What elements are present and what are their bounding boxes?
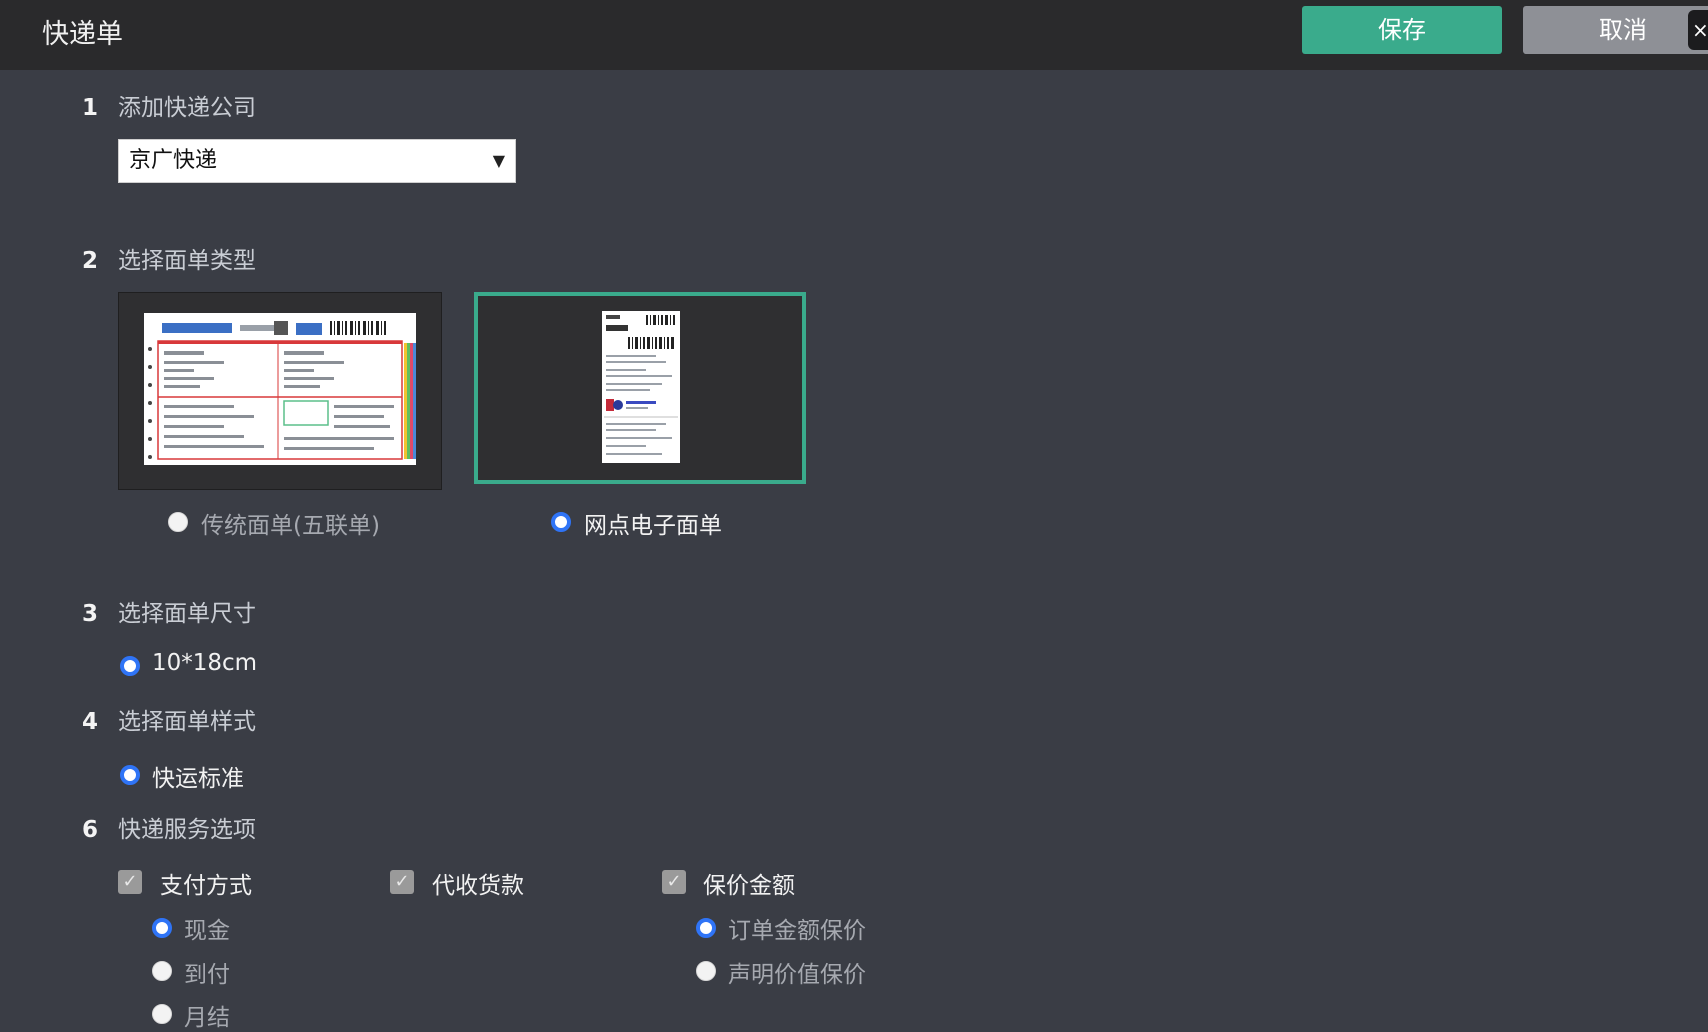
thumbnail-traditional-sheet[interactable] [118,292,442,490]
waybill-illustration [148,321,416,460]
radio-network-e-sheet[interactable] [551,512,571,532]
section-title: 选择面单尺寸 [118,601,256,627]
cod-label: 代收货款 [432,873,524,899]
section-title: 快递服务选项 [118,817,256,843]
radio-insure-declared-value[interactable] [696,961,716,981]
size-label: 10*18cm [152,650,258,676]
insured-amount-label: 保价金额 [703,873,795,899]
checkbox-cod[interactable]: ✓ [390,870,414,894]
checkbox-payment-method[interactable]: ✓ [118,870,142,894]
network-sheet-label: 网点电子面单 [584,513,722,539]
section-number: 6 [82,817,99,843]
radio-traditional-sheet[interactable] [168,512,188,532]
section-title: 选择面单类型 [118,248,256,274]
save-button[interactable]: 保存 [1302,6,1502,54]
radio-payment-cash[interactable] [152,918,172,938]
radio-payment-cod-freight[interactable] [152,961,172,981]
section-title: 选择面单样式 [118,709,256,735]
radio-payment-monthly[interactable] [152,1004,172,1024]
section-sheet-type: 2 选择面单类型 [82,241,256,275]
section-sheet-style: 4 选择面单样式 [82,702,256,736]
section-title: 添加快递公司 [118,95,256,121]
radio-size-10x18[interactable] [120,656,140,676]
checkbox-insured-amount[interactable]: ✓ [662,870,686,894]
section-number: 1 [82,95,99,121]
e-waybill-illustration [604,315,678,455]
traditional-sheet-preview-image [144,313,416,465]
section-sheet-size: 3 选择面单尺寸 [82,594,256,628]
insurance-option-label: 声明价值保价 [728,962,866,988]
radio-style-standard[interactable] [120,765,140,785]
section-number: 2 [82,248,99,274]
chevron-down-icon: ▼ [492,151,505,170]
payment-option-label: 现金 [184,918,230,944]
payment-option-label: 到付 [184,962,230,988]
payment-option-label: 月结 [184,1005,230,1031]
close-icon[interactable]: × [1688,10,1708,50]
header-bar: 快递单 保存 取消 × [0,0,1708,70]
company-select-value: 京广快递 [129,148,218,173]
style-label: 快运标准 [152,766,244,792]
insurance-option-label: 订单金额保价 [728,918,866,944]
thumbnail-network-e-sheet[interactable] [474,292,806,484]
cancel-button[interactable]: 取消 [1523,6,1708,54]
radio-insure-order-amount[interactable] [696,918,716,938]
section-number: 3 [82,601,99,627]
section-add-company: 1 添加快递公司 [82,88,256,122]
traditional-sheet-label: 传统面单(五联单) [201,513,380,539]
payment-method-label: 支付方式 [160,873,252,899]
section-number: 4 [82,709,99,735]
section-service-options: 6 快递服务选项 [82,810,256,844]
network-sheet-preview-image [602,311,680,463]
dialog-title: 快递单 [42,19,123,50]
company-select[interactable]: 京广快递 ▼ [118,139,516,183]
